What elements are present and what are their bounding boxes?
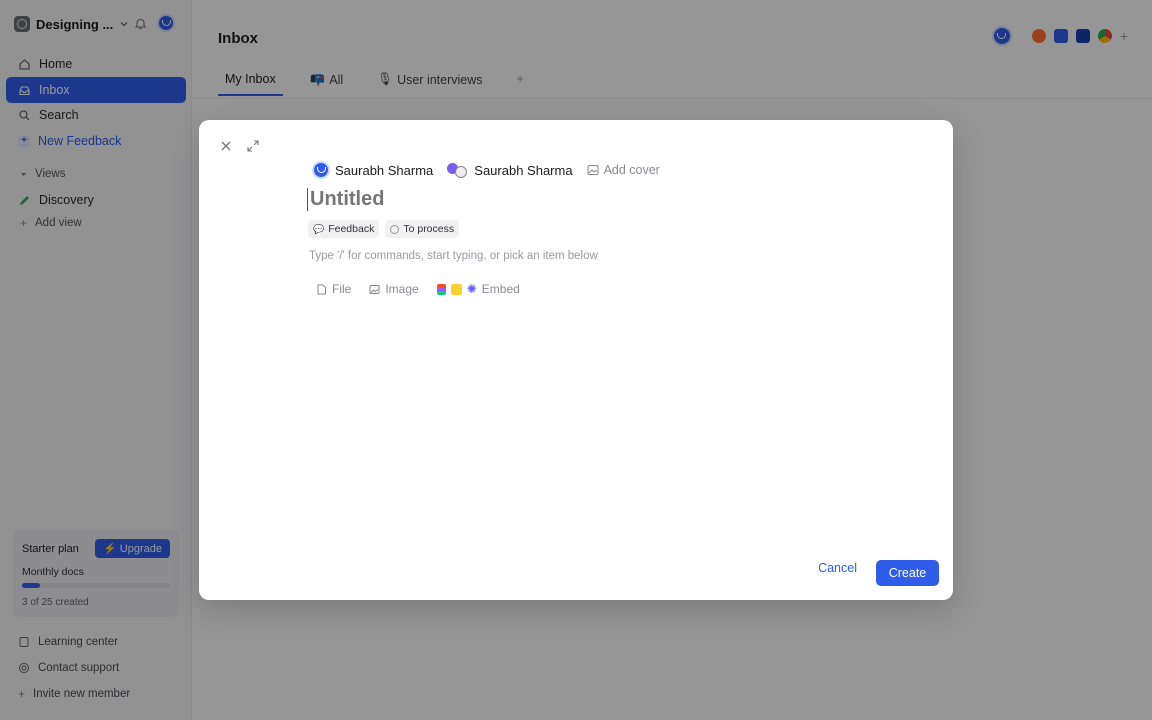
new-feedback-modal: Saurabh Sharma Saurabh Sharma Add cover … (199, 120, 953, 600)
insert-embed-button[interactable]: ✺ Embed (436, 282, 520, 296)
author-name: Saurabh Sharma (335, 162, 434, 178)
author-avatar (312, 161, 330, 179)
add-cover-button[interactable]: Add cover (587, 163, 660, 177)
speech-bubble-icon: 💬 (313, 223, 325, 234)
assignee-avatar-icon (447, 163, 469, 178)
loom-icon: ✺ (466, 282, 477, 296)
miro-icon (450, 283, 462, 295)
file-icon (317, 284, 326, 294)
title-input[interactable] (307, 188, 727, 211)
insert-embed-label: Embed (481, 282, 520, 296)
status-chip-label: To process (403, 223, 455, 235)
type-chip[interactable]: 💬 Feedback (308, 220, 380, 238)
expand-icon[interactable] (245, 138, 261, 154)
insert-image-label: Image (385, 282, 419, 296)
image-icon (587, 165, 599, 175)
type-chip-label: Feedback (328, 223, 375, 235)
assignee-name: Saurabh Sharma (474, 162, 573, 178)
cancel-button[interactable]: Cancel (818, 555, 857, 581)
figma-icon (436, 283, 446, 295)
insert-file-label: File (332, 282, 352, 296)
author-field[interactable]: Saurabh Sharma (312, 161, 433, 179)
assignee-field[interactable]: Saurabh Sharma (447, 162, 573, 178)
close-icon[interactable] (218, 138, 234, 154)
image-icon (369, 284, 380, 294)
status-circle-icon (390, 224, 400, 234)
status-chip[interactable]: To process (385, 220, 460, 238)
insert-image-button[interactable]: Image (369, 282, 419, 296)
add-cover-label: Add cover (603, 163, 660, 177)
create-button[interactable]: Create (876, 560, 939, 586)
editor-hint[interactable]: Type '/' for commands, start typing, or … (309, 250, 598, 262)
insert-file-button[interactable]: File (316, 282, 351, 296)
